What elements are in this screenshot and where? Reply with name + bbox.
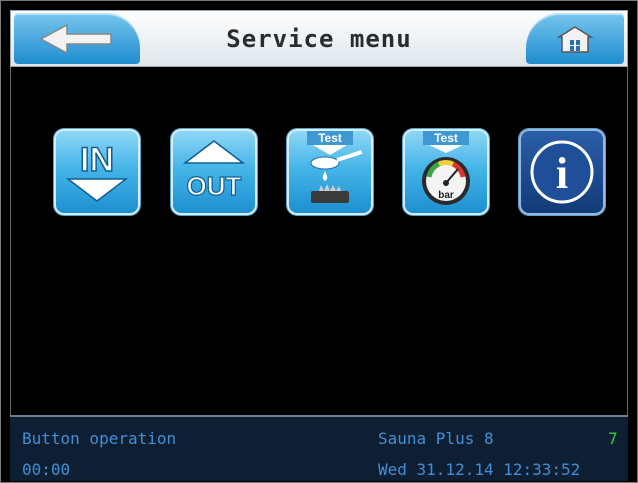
home-button[interactable]: [526, 13, 624, 64]
service-menu-panel: IN OUT Test Test bar i: [10, 67, 628, 415]
header-bar: Service menu: [10, 10, 628, 67]
program-name-text: Sauna Plus 8: [378, 429, 494, 448]
timer-text: 00:00: [22, 460, 71, 479]
operation-mode-text: Button operation: [22, 429, 177, 448]
home-icon: [556, 25, 594, 53]
out-button[interactable]: OUT: [171, 129, 257, 215]
device-screen: Service menu IN OUT Test Test bar i Butt…: [0, 0, 638, 483]
test-label-1: Test: [318, 131, 342, 145]
in-label: IN: [80, 141, 114, 179]
test-dosing-button[interactable]: Test: [287, 129, 373, 215]
out-label: OUT: [187, 171, 242, 201]
test-label-2: Test: [434, 131, 458, 145]
test-pressure-button[interactable]: Test bar: [403, 129, 489, 215]
in-button[interactable]: IN: [54, 129, 140, 215]
info-icon: i: [530, 140, 594, 204]
info-label: i: [556, 149, 568, 198]
upload-out-icon: OUT: [182, 140, 246, 202]
info-button[interactable]: i: [519, 129, 605, 215]
dosing-test-icon: Test: [307, 131, 363, 203]
pressure-gauge-icon: Test bar: [422, 131, 470, 205]
program-number-text: 7: [608, 429, 618, 448]
download-in-icon: IN: [65, 140, 129, 202]
datetime-text: Wed 31.12.14 12:33:52: [378, 460, 581, 479]
gauge-unit-label: bar: [438, 190, 454, 201]
status-bar: Button operation 00:00 Sauna Plus 8 7 We…: [10, 415, 628, 481]
